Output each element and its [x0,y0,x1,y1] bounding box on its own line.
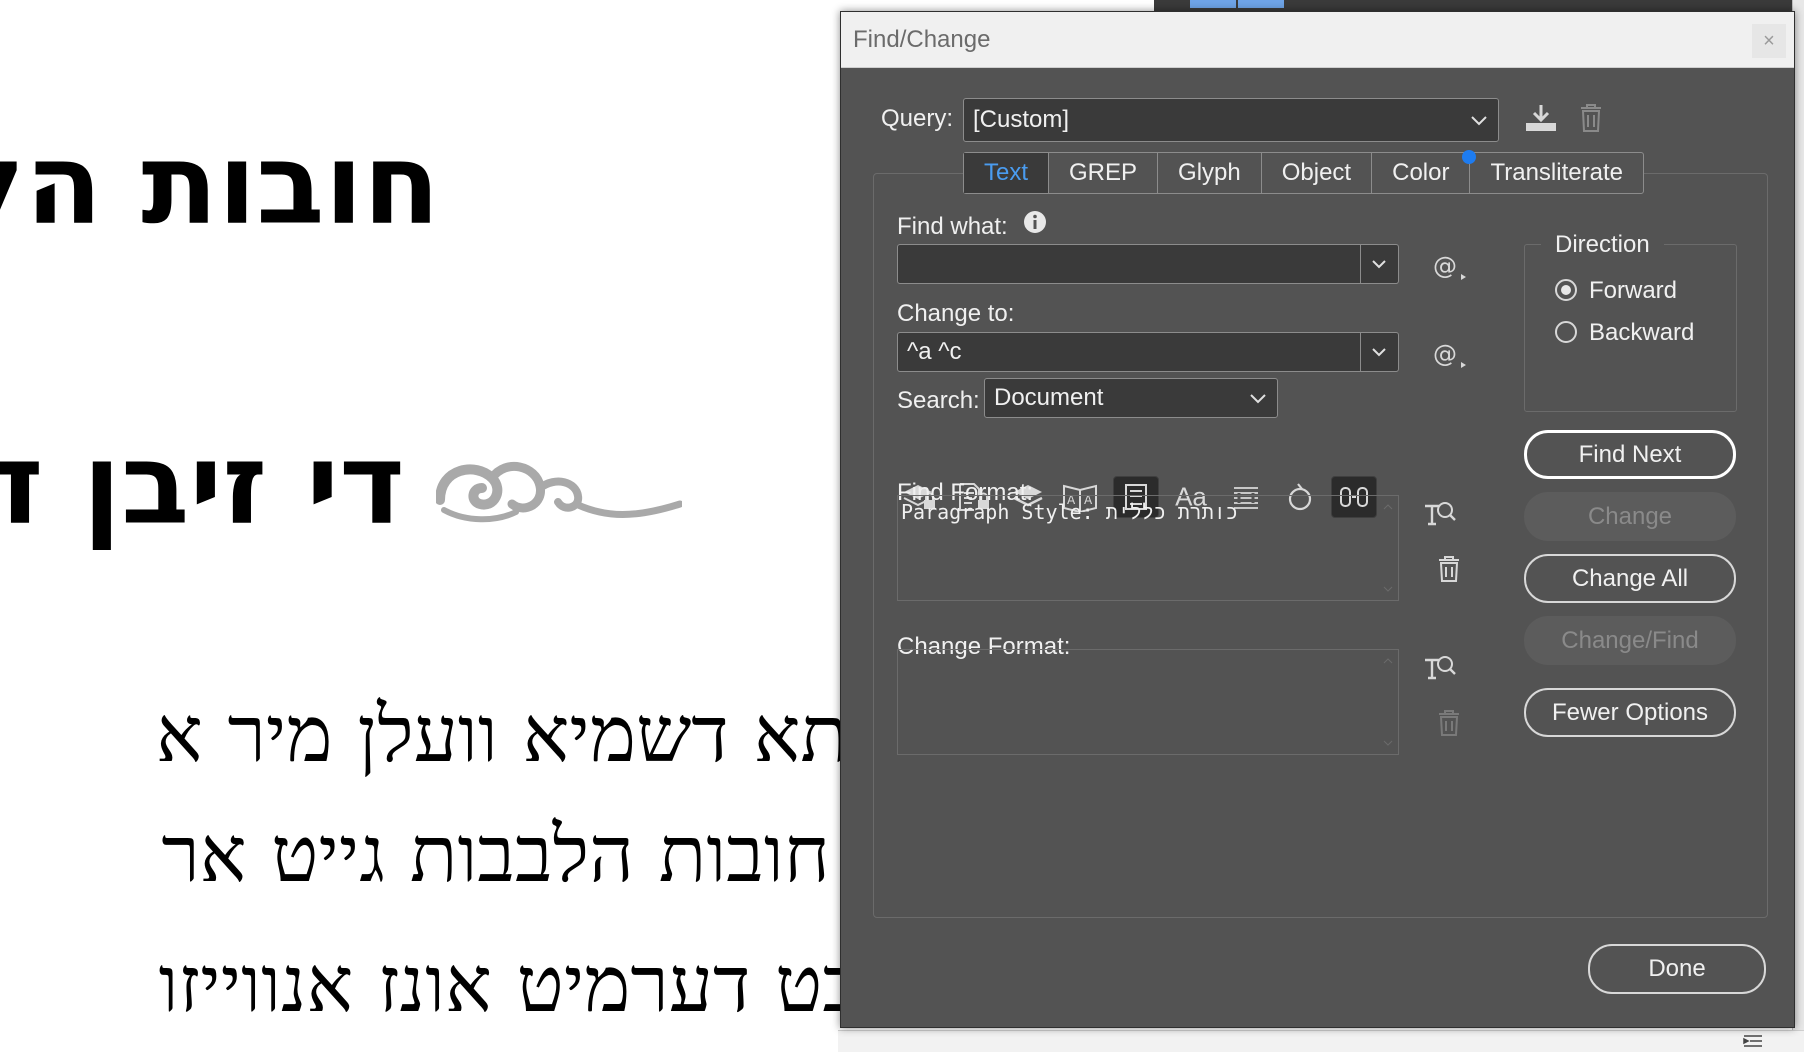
search-scope-select[interactable]: Document [984,378,1278,418]
find-what-field[interactable] [897,244,1399,284]
find-what-dropdown[interactable] [1360,245,1398,283]
change-to-dropdown[interactable] [1360,333,1398,371]
tab-text[interactable]: Text [964,153,1050,193]
direction-group: Direction Forward Backward [1524,231,1737,412]
save-query-icon[interactable] [1524,103,1558,133]
toolbar-selected-tool-2[interactable] [1238,0,1284,8]
change-all-button[interactable]: Change All [1524,554,1736,603]
backward-radio[interactable] [1555,321,1577,343]
done-button[interactable]: Done [1588,944,1766,994]
query-value: [Custom] [973,106,1070,133]
ornament-icon [436,462,682,523]
special-characters-icon[interactable]: @ [1433,252,1469,282]
tab-transliterate[interactable]: Transliterate [1470,153,1643,193]
chevron-down-icon [1372,348,1386,357]
close-button[interactable]: × [1752,24,1786,58]
specify-find-format-icon[interactable] [1423,498,1457,528]
backward-label[interactable]: Backward [1589,319,1694,347]
change-format-box[interactable] [897,649,1399,755]
find-format-value: Paragraph Style: כותרת כללית [901,500,1238,524]
fewer-options-button[interactable]: Fewer Options [1524,688,1736,737]
clear-change-format-icon[interactable] [1438,710,1460,736]
tab-color[interactable]: Color [1372,150,1477,193]
find-what-input[interactable] [898,245,1360,283]
document-heading-line-2: די זיבן ד [0,420,405,550]
scroll-up-icon[interactable] [1383,658,1393,664]
document-body-line-1: תא דשמיא וועלן מיר א [155,690,848,780]
tab-color-label: Color [1392,159,1450,186]
change-to-label: Change to: [897,300,1015,327]
query-label: Query: [881,105,954,132]
scroll-up-icon[interactable] [1383,504,1393,510]
status-bar [838,1030,1804,1052]
scroll-down-icon[interactable] [1383,740,1393,746]
tab-glyph[interactable]: Glyph [1158,153,1262,193]
dialog-titlebar[interactable]: Find/Change × [841,12,1794,68]
forward-label[interactable]: Forward [1589,277,1677,305]
find-format-box[interactable]: Paragraph Style: כותרת כללית [897,495,1399,601]
change-to-field[interactable] [897,332,1399,372]
specify-change-format-icon[interactable] [1423,652,1457,682]
scroll-down-icon[interactable] [1383,586,1393,592]
document-body-line-2: חובות הלבבות גייט אר [161,810,830,900]
svg-text:@: @ [1433,340,1457,368]
chevron-down-icon [1250,394,1266,404]
document-canvas: חובות הלב די זיבן ד תא דשמיא וועלן מיר א… [0,0,860,1051]
change-button[interactable]: Change [1524,492,1736,541]
dialog-title: Find/Change [853,26,991,53]
tab-grep[interactable]: GREP [1049,153,1159,193]
find-what-label: Find what: [897,213,1008,240]
change-to-input[interactable] [898,333,1360,371]
svg-text:@: @ [1433,252,1457,280]
direction-legend: Direction [1541,231,1664,259]
tab-object[interactable]: Object [1262,153,1373,193]
panel-expand-icon[interactable] [1742,1033,1764,1049]
toolbar-selected-tool[interactable] [1190,0,1236,8]
search-type-tabs: Text GREP Glyph Object Color Translitera… [963,150,1644,194]
delete-query-icon[interactable] [1579,103,1603,133]
info-icon[interactable] [1023,210,1047,234]
chevron-down-icon [1372,260,1386,269]
find-next-button[interactable]: Find Next [1524,430,1736,479]
query-select[interactable]: [Custom] [963,98,1499,142]
clear-find-format-icon[interactable] [1438,556,1460,582]
chevron-down-icon [1471,116,1487,126]
change-find-button[interactable]: Change/Find [1524,616,1736,665]
find-change-dialog: Find/Change × Query: [Custom] Text GREP … [840,11,1795,1028]
search-label: Search: [897,387,980,414]
document-heading-line-1: חובות הלב [0,120,440,250]
forward-radio[interactable] [1555,279,1577,301]
special-characters-icon[interactable]: @ [1433,340,1469,370]
document-body-line-3: בט דערמיט אונז אנווייזו [158,940,860,1030]
search-scope-value: Document [994,384,1104,411]
